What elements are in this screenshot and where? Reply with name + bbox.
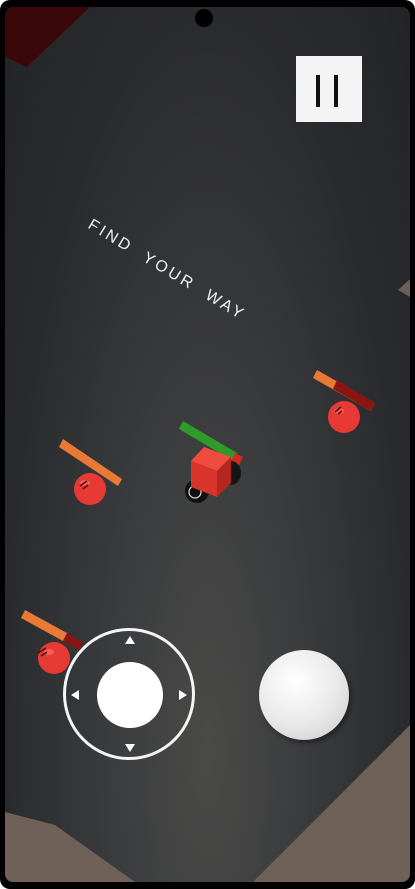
ground-right: [253, 725, 410, 882]
pause-button[interactable]: [296, 56, 362, 122]
pause-bar-left: [316, 75, 320, 107]
enemy-2: [59, 439, 122, 505]
arrow-down-icon: [125, 744, 135, 752]
phone-frame: FIND YOUR WAY: [0, 0, 415, 889]
pause-bar-right: [334, 75, 338, 107]
joystick[interactable]: [63, 628, 195, 760]
front-camera: [195, 9, 213, 27]
enemy-1-body: [328, 401, 360, 433]
player-character: [179, 421, 243, 503]
game-screen: FIND YOUR WAY: [5, 7, 410, 882]
enemy-1: [313, 370, 375, 433]
arrow-right-icon: [179, 690, 187, 700]
enemy-3-health-bar: [21, 610, 67, 641]
arrow-left-icon: [71, 690, 79, 700]
joystick-knob[interactable]: [97, 662, 163, 728]
enemy-3-body: [38, 642, 70, 674]
corner-block: [5, 7, 90, 67]
edge-wedge: [398, 279, 410, 297]
game-scene: [5, 7, 410, 882]
arrow-up-icon: [125, 636, 135, 644]
enemy-3-highlight: [44, 649, 54, 655]
enemy-2-body: [74, 473, 106, 505]
ground-left: [5, 812, 135, 882]
action-button[interactable]: [259, 650, 349, 740]
